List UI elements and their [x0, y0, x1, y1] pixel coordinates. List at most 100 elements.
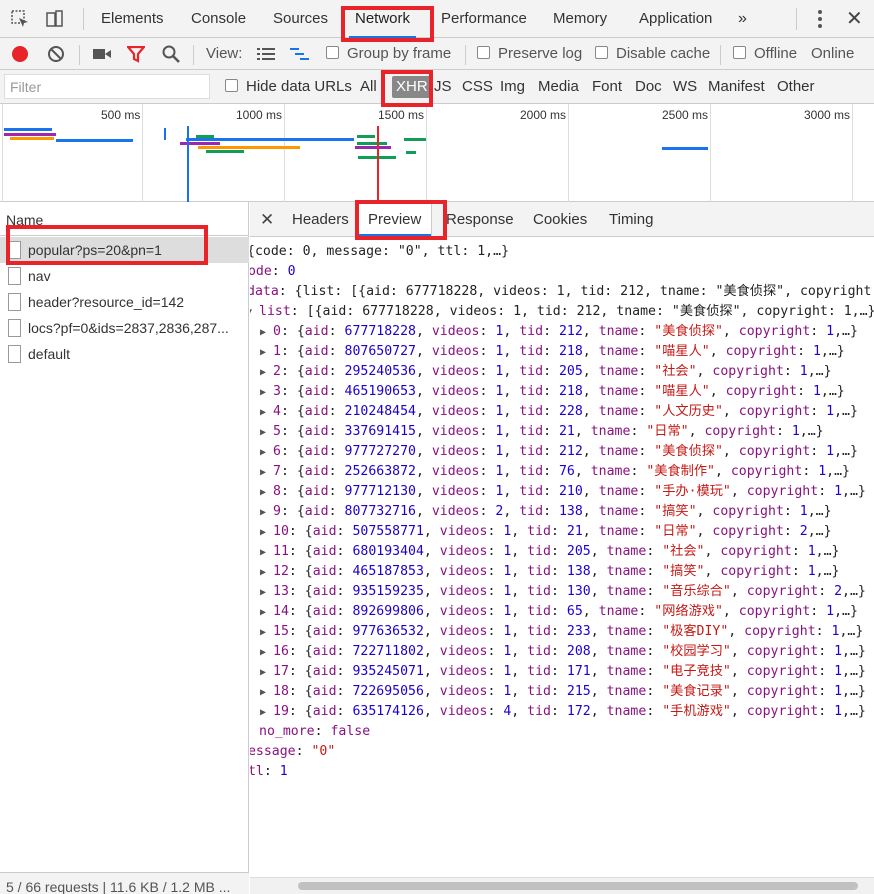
json-list-item[interactable]: ▶ 16: {aid: 722711802, videos: 1, tid: 20…: [260, 642, 866, 662]
json-list-item[interactable]: ▶ 4: {aid: 210248454, videos: 1, tid: 228…: [260, 402, 858, 422]
json-list-item[interactable]: ▶ 19: {aid: 635174126, videos: 4, tid: 17…: [260, 702, 866, 722]
search-icon[interactable]: [162, 45, 180, 63]
devtools-main-tabbar: Elements Console Sources Network Perform…: [0, 0, 874, 38]
tab-timing[interactable]: Timing: [609, 202, 653, 237]
tab-preview[interactable]: Preview: [357, 202, 433, 238]
json-list-item[interactable]: ▶ 10: {aid: 507558771, videos: 1, tid: 21…: [260, 522, 832, 542]
json-list-item[interactable]: ▶ 9: {aid: 807732716, videos: 2, tid: 138…: [260, 502, 832, 522]
json-data-node[interactable]: ▼data: {list: [{aid: 677718228, videos: …: [250, 282, 874, 302]
offline-label: Offline: [754, 45, 798, 62]
overview-tick-label: 500 ms: [101, 108, 141, 122]
json-list-item[interactable]: ▶ 3: {aid: 465190653, videos: 1, tid: 218…: [260, 382, 845, 402]
inspect-element-icon[interactable]: [10, 9, 30, 29]
disable-cache-checkbox[interactable]: Disable cache: [595, 38, 710, 70]
horizontal-scrollbar[interactable]: [250, 877, 874, 894]
tab-headers[interactable]: Headers: [292, 202, 349, 237]
json-list-item[interactable]: ▶ 7: {aid: 252663872, videos: 1, tid: 76,…: [260, 462, 850, 482]
request-name: popular?ps=20&pn=1: [28, 242, 162, 258]
filter-type-font[interactable]: Font: [592, 70, 622, 104]
toolbar-divider: [79, 45, 80, 65]
request-row-locs[interactable]: locs?pf=0&ids=2837,2836,287...: [0, 315, 249, 341]
overview-tick-label: 1000 ms: [236, 108, 283, 122]
tab-elements[interactable]: Elements: [101, 0, 164, 38]
filter-icon[interactable]: [127, 46, 145, 63]
tab-cookies[interactable]: Cookies: [533, 202, 587, 237]
filter-type-all[interactable]: All: [360, 70, 377, 104]
timeline-bar: [662, 147, 708, 150]
request-row-popular[interactable]: popular?ps=20&pn=1: [0, 237, 249, 263]
filter-type-xhr[interactable]: XHR: [392, 76, 432, 98]
tab-memory[interactable]: Memory: [553, 0, 607, 38]
json-list-item[interactable]: ▶ 0: {aid: 677718228, videos: 1, tid: 212…: [260, 322, 858, 342]
filter-type-manifest[interactable]: Manifest: [708, 70, 765, 104]
file-icon: [8, 293, 21, 311]
hide-data-urls-label: Hide data URLs: [246, 78, 352, 95]
request-row-header[interactable]: header?resource_id=142: [0, 289, 249, 315]
customize-menu-icon[interactable]: [818, 10, 822, 28]
hide-data-urls-checkbox[interactable]: Hide data URLs: [225, 70, 352, 104]
timeline-bar: [4, 128, 52, 131]
request-row-nav[interactable]: nav: [0, 263, 249, 289]
toolbar-divider: [83, 8, 84, 30]
tab-response[interactable]: Response: [446, 202, 514, 237]
close-devtools-icon[interactable]: ✕: [846, 0, 863, 38]
json-list-item[interactable]: ▶ 5: {aid: 337691415, videos: 1, tid: 21,…: [260, 422, 824, 442]
device-toolbar-icon[interactable]: [44, 9, 64, 29]
json-list-item[interactable]: ▶ 2: {aid: 295240536, videos: 1, tid: 205…: [260, 362, 832, 382]
record-icon[interactable]: [11, 45, 29, 63]
group-by-frame-checkbox[interactable]: Group by frame: [326, 38, 451, 70]
toolbar-divider: [720, 45, 721, 65]
tab-network[interactable]: Network: [348, 0, 417, 38]
json-list-item[interactable]: ▶ 8: {aid: 977712130, videos: 1, tid: 210…: [260, 482, 866, 502]
preserve-log-checkbox[interactable]: Preserve log: [477, 38, 582, 70]
json-list-item[interactable]: ▶ 18: {aid: 722695056, videos: 1, tid: 21…: [260, 682, 866, 702]
json-list-item[interactable]: ▶ 13: {aid: 935159235, videos: 1, tid: 13…: [260, 582, 866, 602]
filter-input[interactable]: [4, 74, 210, 99]
request-row-default[interactable]: default: [0, 341, 249, 367]
network-overview[interactable]: 500 ms 1000 ms 1500 ms 2000 ms 2500 ms 3…: [0, 104, 874, 202]
json-list-item[interactable]: ▶ 12: {aid: 465187853, videos: 1, tid: 13…: [260, 562, 840, 582]
filter-type-doc[interactable]: Doc: [635, 70, 662, 104]
tab-application[interactable]: Application: [639, 0, 712, 38]
file-icon: [8, 345, 21, 363]
tab-sources[interactable]: Sources: [273, 0, 328, 38]
timeline-bar: [56, 139, 133, 142]
filter-type-img[interactable]: Img: [500, 70, 525, 104]
toolbar-divider: [465, 45, 466, 65]
tab-performance[interactable]: Performance: [441, 0, 527, 38]
filter-type-css[interactable]: CSS: [462, 70, 493, 104]
filter-type-other[interactable]: Other: [777, 70, 815, 104]
json-list-item[interactable]: ▶ 11: {aid: 680193404, videos: 1, tid: 20…: [260, 542, 840, 562]
offline-checkbox[interactable]: Offline: [733, 38, 797, 70]
overview-tick-label: 1500 ms: [378, 108, 425, 122]
scrollbar-thumb[interactable]: [298, 882, 858, 890]
timeline-bar: [4, 133, 56, 136]
group-by-frame-label: Group by frame: [347, 45, 452, 62]
json-root-summary[interactable]: ▼{code: 0, message: "0", ttl: 1,…}: [250, 242, 509, 262]
json-list-item[interactable]: ▶ 6: {aid: 977727270, videos: 1, tid: 212…: [260, 442, 858, 462]
timeline-bar: [206, 150, 244, 153]
tab-console[interactable]: Console: [191, 0, 246, 38]
filter-type-media[interactable]: Media: [538, 70, 579, 104]
close-detail-icon[interactable]: ✕: [260, 202, 274, 237]
throttling-select[interactable]: Online: [811, 38, 854, 70]
json-ttl-line: ttl: 1: [250, 764, 288, 779]
overview-tick-label: 2000 ms: [520, 108, 567, 122]
json-list-item[interactable]: ▶ 15: {aid: 977636532, videos: 1, tid: 23…: [260, 622, 863, 642]
json-code-line: code: 0: [250, 264, 296, 279]
large-rows-icon[interactable]: [257, 47, 275, 61]
timeline-bar: [180, 142, 220, 145]
clear-icon[interactable]: [47, 45, 65, 63]
more-tabs-icon[interactable]: »: [738, 0, 747, 38]
filter-type-js[interactable]: JS: [434, 70, 452, 104]
filter-type-ws[interactable]: WS: [673, 70, 697, 104]
detail-tabbar: ✕ Headers Preview Response Cookies Timin…: [250, 202, 874, 238]
screenshot-video-icon[interactable]: [92, 47, 112, 61]
json-list-item[interactable]: ▶ 17: {aid: 935245071, videos: 1, tid: 17…: [260, 662, 866, 682]
json-list-item[interactable]: ▶ 14: {aid: 892699806, videos: 1, tid: 65…: [260, 602, 858, 622]
json-list-item[interactable]: ▶ 1: {aid: 807650727, videos: 1, tid: 218…: [260, 342, 845, 362]
show-overview-icon[interactable]: [290, 47, 310, 61]
json-list-node[interactable]: ▼list: [{aid: 677718228, videos: 1, tid:…: [250, 302, 874, 322]
request-name: nav: [28, 268, 51, 284]
name-column-header[interactable]: Name: [0, 202, 249, 236]
